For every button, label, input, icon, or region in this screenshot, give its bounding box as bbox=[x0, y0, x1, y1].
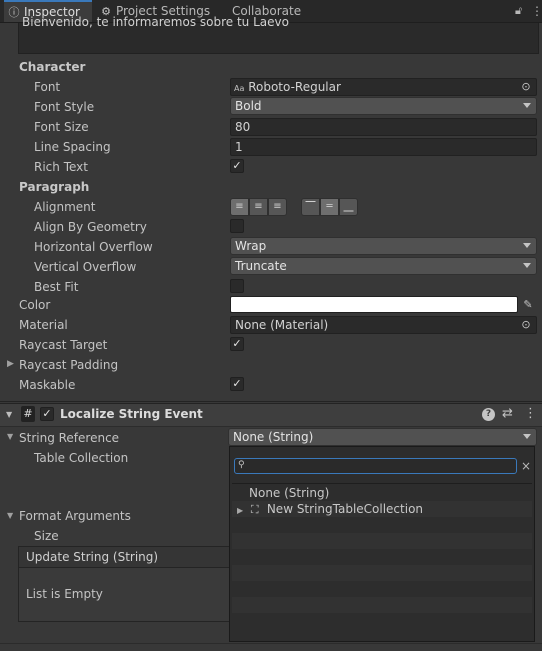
list-item-none[interactable]: None (String) bbox=[232, 485, 532, 501]
lock-icon[interactable]: 🔓︎ bbox=[515, 0, 527, 22]
align-center-icon[interactable]: ≡ bbox=[249, 198, 268, 216]
component-header[interactable]: ▼ # ✓ Localize String Event ? ⇄ ⋮ bbox=[0, 403, 542, 427]
list-empty-text: List is Empty bbox=[26, 587, 103, 601]
font-style-label: Font Style bbox=[34, 100, 95, 114]
list-row-empty bbox=[232, 613, 532, 629]
font-object-field[interactable]: Aa Roboto-Regular ⊙ bbox=[230, 78, 537, 96]
list-row-empty bbox=[232, 517, 532, 533]
list-item-label: None (String) bbox=[249, 486, 330, 500]
alignment-label: Alignment bbox=[34, 200, 96, 214]
object-picker-icon[interactable]: ⊙ bbox=[519, 80, 533, 94]
list-row-empty bbox=[232, 549, 532, 565]
divider bbox=[0, 643, 542, 644]
vertical-overflow-dropdown[interactable]: Truncate bbox=[230, 257, 537, 275]
font-size-label: Font Size bbox=[34, 120, 89, 134]
clear-search-icon[interactable]: × bbox=[521, 459, 531, 473]
format-arguments-foldout[interactable]: Format Arguments bbox=[19, 506, 131, 526]
preset-icon[interactable]: ⇄ bbox=[502, 406, 513, 421]
divider bbox=[0, 401, 542, 402]
best-fit-label: Best Fit bbox=[34, 280, 79, 294]
search-icon: ⚲ bbox=[238, 460, 245, 470]
horizontal-overflow-dropdown[interactable]: Wrap bbox=[230, 237, 537, 255]
font-size-field[interactable]: 80 bbox=[230, 118, 537, 136]
color-label: Color bbox=[19, 298, 51, 312]
foldout-arrow-icon[interactable]: ▶ bbox=[7, 359, 14, 369]
color-field[interactable] bbox=[230, 296, 518, 313]
list-item-label: New StringTableCollection bbox=[266, 502, 424, 516]
font-value: Roboto-Regular bbox=[248, 80, 341, 94]
info-icon: ⓘ bbox=[8, 6, 20, 19]
raycast-target-label: Raycast Target bbox=[19, 338, 108, 352]
string-reference-value: None (String) bbox=[233, 430, 314, 444]
best-fit-checkbox[interactable] bbox=[230, 279, 244, 293]
vertical-overflow-label: Vertical Overflow bbox=[34, 260, 137, 274]
material-value: None (Material) bbox=[235, 318, 329, 332]
align-by-geometry-label: Align By Geometry bbox=[34, 220, 147, 234]
raycast-padding-foldout[interactable]: Raycast Padding bbox=[19, 355, 118, 375]
unity-event-box: Update String (String) List is Empty bbox=[18, 546, 230, 622]
component-title: Localize String Event bbox=[60, 407, 203, 421]
help-icon[interactable]: ? bbox=[482, 408, 495, 421]
font-label: Font bbox=[34, 80, 61, 94]
align-right-icon[interactable]: ≡ bbox=[268, 198, 287, 216]
align-bottom-icon[interactable]: ⎽ bbox=[339, 198, 358, 216]
list-row-empty bbox=[232, 581, 532, 597]
align-left-icon[interactable]: ≡ bbox=[230, 198, 249, 216]
table-collection-label: Table Collection bbox=[34, 451, 129, 465]
object-picker-icon[interactable]: ⊙ bbox=[519, 318, 533, 332]
foldout-arrow-icon[interactable]: ▼ bbox=[7, 432, 13, 441]
horizontal-alignment-group: ≡ ≡ ≡ bbox=[230, 198, 287, 216]
string-reference-dropdown[interactable]: None (String) bbox=[228, 428, 537, 446]
font-style-value: Bold bbox=[235, 99, 262, 113]
horizontal-overflow-value: Wrap bbox=[235, 239, 267, 253]
search-input[interactable]: ⚲ bbox=[234, 458, 517, 474]
size-label: Size bbox=[34, 529, 59, 543]
string-picker-popup: ⚲ × None (String) ▶ ⛶ New StringTableColl… bbox=[229, 446, 535, 642]
text-input-area[interactable]: Bienvenido, te informaremos sobre tu Lae… bbox=[18, 15, 539, 54]
raycast-target-checkbox[interactable]: ✓ bbox=[230, 337, 244, 351]
script-icon: # bbox=[21, 406, 35, 422]
more-menu-icon[interactable]: ⋮ bbox=[524, 406, 537, 421]
chevron-down-icon bbox=[523, 103, 531, 108]
rich-text-label: Rich Text bbox=[34, 160, 88, 174]
chevron-down-icon bbox=[523, 263, 531, 268]
checkmark-icon: ✓ bbox=[232, 337, 242, 350]
text-content: Bienvenido, te informaremos sobre tu Lae… bbox=[22, 15, 289, 29]
foldout-arrow-icon[interactable]: ▼ bbox=[6, 410, 12, 419]
material-object-field[interactable]: None (Material) ⊙ bbox=[230, 316, 537, 334]
maskable-label: Maskable bbox=[19, 378, 76, 392]
font-asset-icon: Aa bbox=[234, 84, 245, 93]
material-label: Material bbox=[19, 318, 68, 332]
align-top-icon[interactable]: ⎺ bbox=[301, 198, 320, 216]
align-by-geometry-checkbox[interactable] bbox=[230, 219, 244, 233]
chevron-down-icon bbox=[523, 243, 531, 248]
checkmark-icon: ✓ bbox=[232, 159, 242, 172]
checkmark-icon: ✓ bbox=[232, 377, 242, 390]
component-enabled-checkbox[interactable]: ✓ bbox=[40, 407, 54, 421]
align-middle-icon[interactable]: ═ bbox=[320, 198, 339, 216]
rich-text-checkbox[interactable]: ✓ bbox=[230, 159, 244, 173]
list-row-empty bbox=[232, 565, 532, 581]
vertical-overflow-value: Truncate bbox=[235, 259, 287, 273]
maskable-checkbox[interactable]: ✓ bbox=[230, 377, 244, 391]
line-spacing-field[interactable]: 1 bbox=[230, 138, 537, 156]
list-row-empty bbox=[232, 597, 532, 613]
character-heading: Character bbox=[19, 60, 86, 74]
string-reference-label[interactable]: String Reference bbox=[19, 428, 119, 448]
checkmark-icon: ✓ bbox=[42, 407, 52, 420]
eyedropper-icon[interactable]: ✎ bbox=[521, 296, 535, 313]
update-string-header: Update String (String) bbox=[26, 550, 159, 564]
line-spacing-label: Line Spacing bbox=[34, 140, 111, 154]
chevron-down-icon bbox=[523, 434, 531, 439]
list-item-table-collection[interactable]: ▶ ⛶ New StringTableCollection bbox=[232, 501, 532, 517]
foldout-arrow-icon[interactable]: ▼ bbox=[7, 511, 13, 520]
paragraph-heading: Paragraph bbox=[19, 180, 90, 194]
vertical-alignment-group: ⎺ ═ ⎽ bbox=[301, 198, 358, 216]
table-collection-icon: ⛶ bbox=[250, 503, 259, 516]
horizontal-overflow-label: Horizontal Overflow bbox=[34, 240, 153, 254]
font-style-dropdown[interactable]: Bold bbox=[230, 97, 537, 115]
list-row-empty bbox=[232, 533, 532, 549]
more-menu-icon[interactable]: ⋮ bbox=[531, 0, 542, 22]
